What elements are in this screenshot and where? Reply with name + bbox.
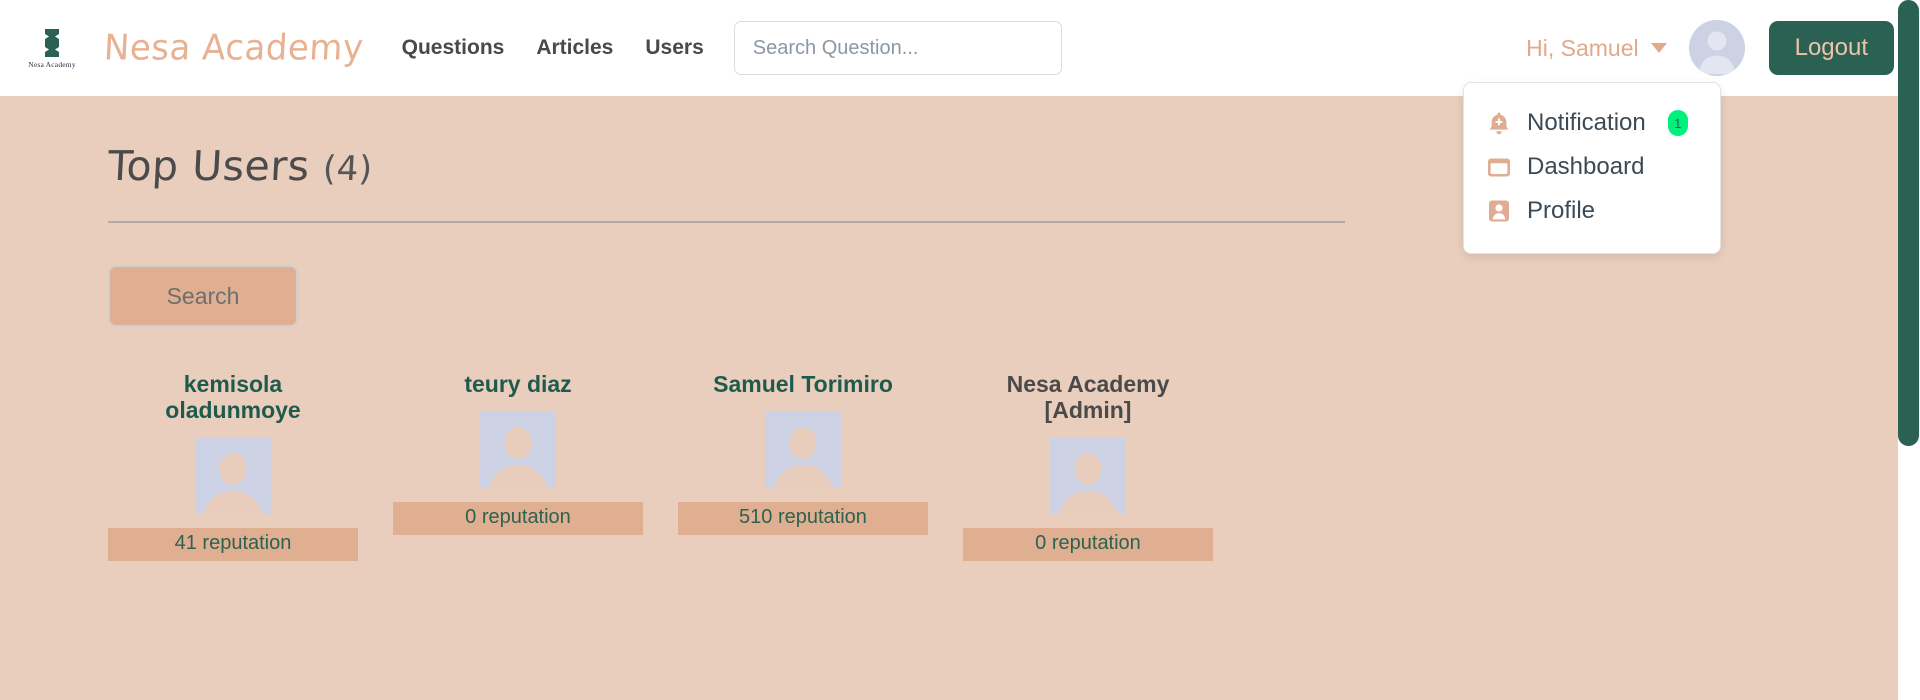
user-card[interactable]: Samuel Torimiro 510 reputation	[678, 372, 928, 535]
dropdown-label-notification: Notification	[1527, 109, 1646, 137]
reputation-badge: 510 reputation	[678, 502, 928, 535]
navbar-right: Hi, Samuel Logout	[1526, 20, 1894, 76]
nav-links: Questions Articles Users	[402, 36, 704, 60]
dropdown-label-dashboard: Dashboard	[1527, 153, 1644, 181]
avatar[interactable]	[1689, 20, 1745, 76]
brand-title[interactable]: Nesa Academy	[103, 27, 365, 69]
user-avatar	[195, 438, 271, 514]
nesa-emblem-icon	[41, 28, 63, 58]
reputation-badge: 0 reputation	[963, 528, 1213, 561]
chevron-down-icon	[1651, 43, 1667, 53]
dropdown-item-dashboard[interactable]: Dashboard	[1464, 145, 1720, 189]
user-dropdown-menu: Notification 1 Dashboard Profile	[1463, 82, 1721, 254]
bell-plus-icon	[1486, 110, 1512, 136]
user-avatar	[1050, 438, 1126, 514]
greeting-label: Hi, Samuel	[1526, 35, 1638, 62]
user-name: Samuel Torimiro	[713, 372, 893, 398]
notification-count-badge: 1	[1668, 110, 1688, 136]
window-icon	[1486, 154, 1512, 180]
search-question-input[interactable]	[734, 21, 1062, 75]
reputation-badge: 41 reputation	[108, 528, 358, 561]
title-divider	[108, 221, 1345, 223]
user-avatar-icon	[1689, 20, 1745, 76]
site-logo[interactable]: Nesa Academy	[22, 17, 82, 79]
reputation-badge: 0 reputation	[393, 502, 643, 535]
user-greeting-dropdown-toggle[interactable]: Hi, Samuel	[1526, 35, 1666, 62]
user-avatar	[480, 412, 556, 488]
user-name: Nesa Academy [Admin]	[1007, 372, 1170, 424]
dropdown-item-profile[interactable]: Profile	[1464, 189, 1720, 233]
user-name: teury diaz	[464, 372, 571, 398]
top-users-list: kemisola oladunmoye 41 reputation teury …	[108, 372, 1920, 561]
user-name: kemisola oladunmoye	[165, 372, 300, 424]
user-card[interactable]: kemisola oladunmoye 41 reputation	[108, 372, 358, 561]
user-card[interactable]: teury diaz 0 reputation	[393, 372, 643, 535]
nav-link-users[interactable]: Users	[645, 36, 703, 60]
user-placeholder-icon	[765, 412, 841, 488]
user-card[interactable]: Nesa Academy [Admin] 0 reputation	[963, 372, 1213, 561]
page-title: Top Users (4)	[107, 142, 374, 190]
user-placeholder-icon	[1050, 438, 1126, 514]
dropdown-label-profile: Profile	[1527, 197, 1595, 225]
scrollbar-thumb[interactable]	[1898, 0, 1919, 446]
logout-button[interactable]: Logout	[1769, 21, 1894, 75]
user-placeholder-icon	[195, 438, 271, 514]
nav-link-articles[interactable]: Articles	[536, 36, 613, 60]
brand-group[interactable]: Nesa Academy Nesa Academy	[22, 17, 402, 79]
nav-link-questions[interactable]: Questions	[402, 36, 505, 60]
user-avatar	[765, 412, 841, 488]
profile-card-icon	[1486, 198, 1512, 224]
search-button[interactable]: Search	[108, 265, 298, 327]
user-placeholder-icon	[480, 412, 556, 488]
page-title-text: Top Users	[107, 142, 311, 190]
page-title-count: (4)	[322, 149, 374, 189]
dropdown-item-notification[interactable]: Notification 1	[1464, 101, 1720, 145]
logo-caption: Nesa Academy	[28, 60, 76, 69]
